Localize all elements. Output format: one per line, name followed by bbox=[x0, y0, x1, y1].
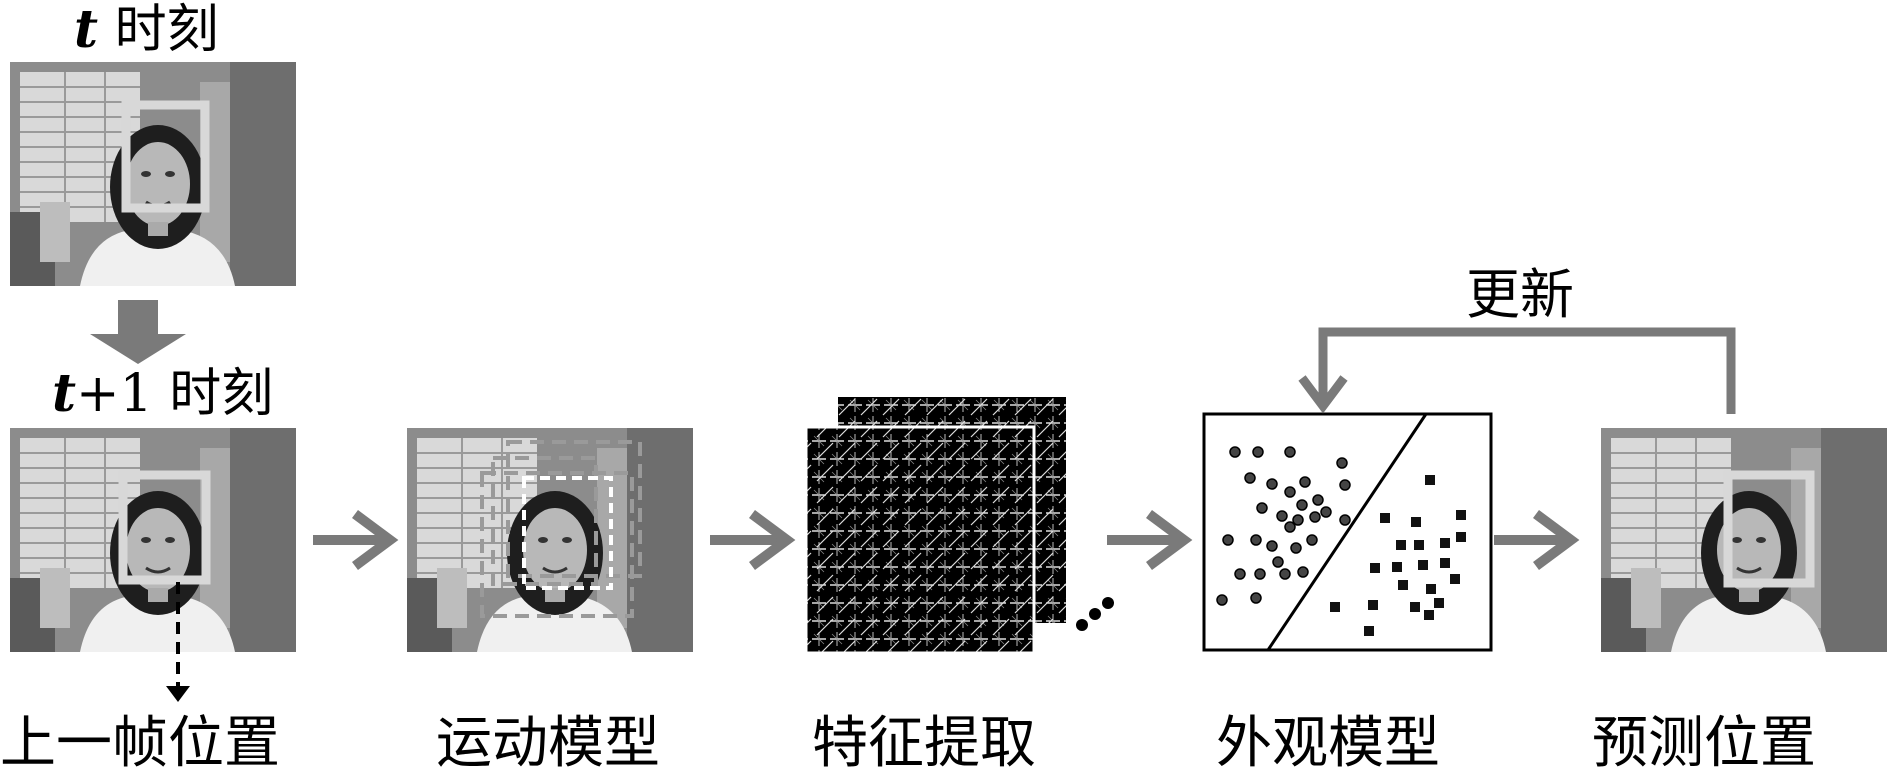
update-arrow bbox=[1298, 327, 1736, 414]
motion-model-image bbox=[405, 426, 695, 654]
stage-label-predicted-position: 预测位置 bbox=[1592, 711, 1816, 776]
right-arrow-icon bbox=[1494, 509, 1580, 571]
down-arrow-icon bbox=[90, 300, 186, 364]
caption-time-t: t 时刻 bbox=[74, 0, 219, 60]
stage-label-motion-model: 运动模型 bbox=[436, 711, 660, 776]
caption-time-t1: t+1 时刻 bbox=[52, 363, 274, 424]
stage-label-feature-extraction: 特征提取 bbox=[812, 711, 1036, 776]
tracking-pipeline-diagram bbox=[8, 60, 1887, 702]
right-arrow-icon bbox=[313, 509, 399, 571]
ellipsis-dots bbox=[1076, 597, 1114, 631]
right-arrow-icon bbox=[1107, 509, 1193, 571]
frame-t1-image bbox=[8, 426, 298, 654]
stage-label-appearance-model: 外观模型 bbox=[1216, 711, 1440, 776]
hog-feature-map-icon bbox=[804, 397, 1066, 655]
frame-t-image bbox=[8, 60, 298, 288]
right-arrow-icon bbox=[710, 509, 796, 571]
stage-label-previous-position: 上一帧位置 bbox=[0, 711, 280, 776]
update-label: 更新 bbox=[1466, 263, 1574, 326]
predicted-frame-image bbox=[1599, 426, 1887, 654]
classifier-plot-icon bbox=[1202, 412, 1493, 652]
